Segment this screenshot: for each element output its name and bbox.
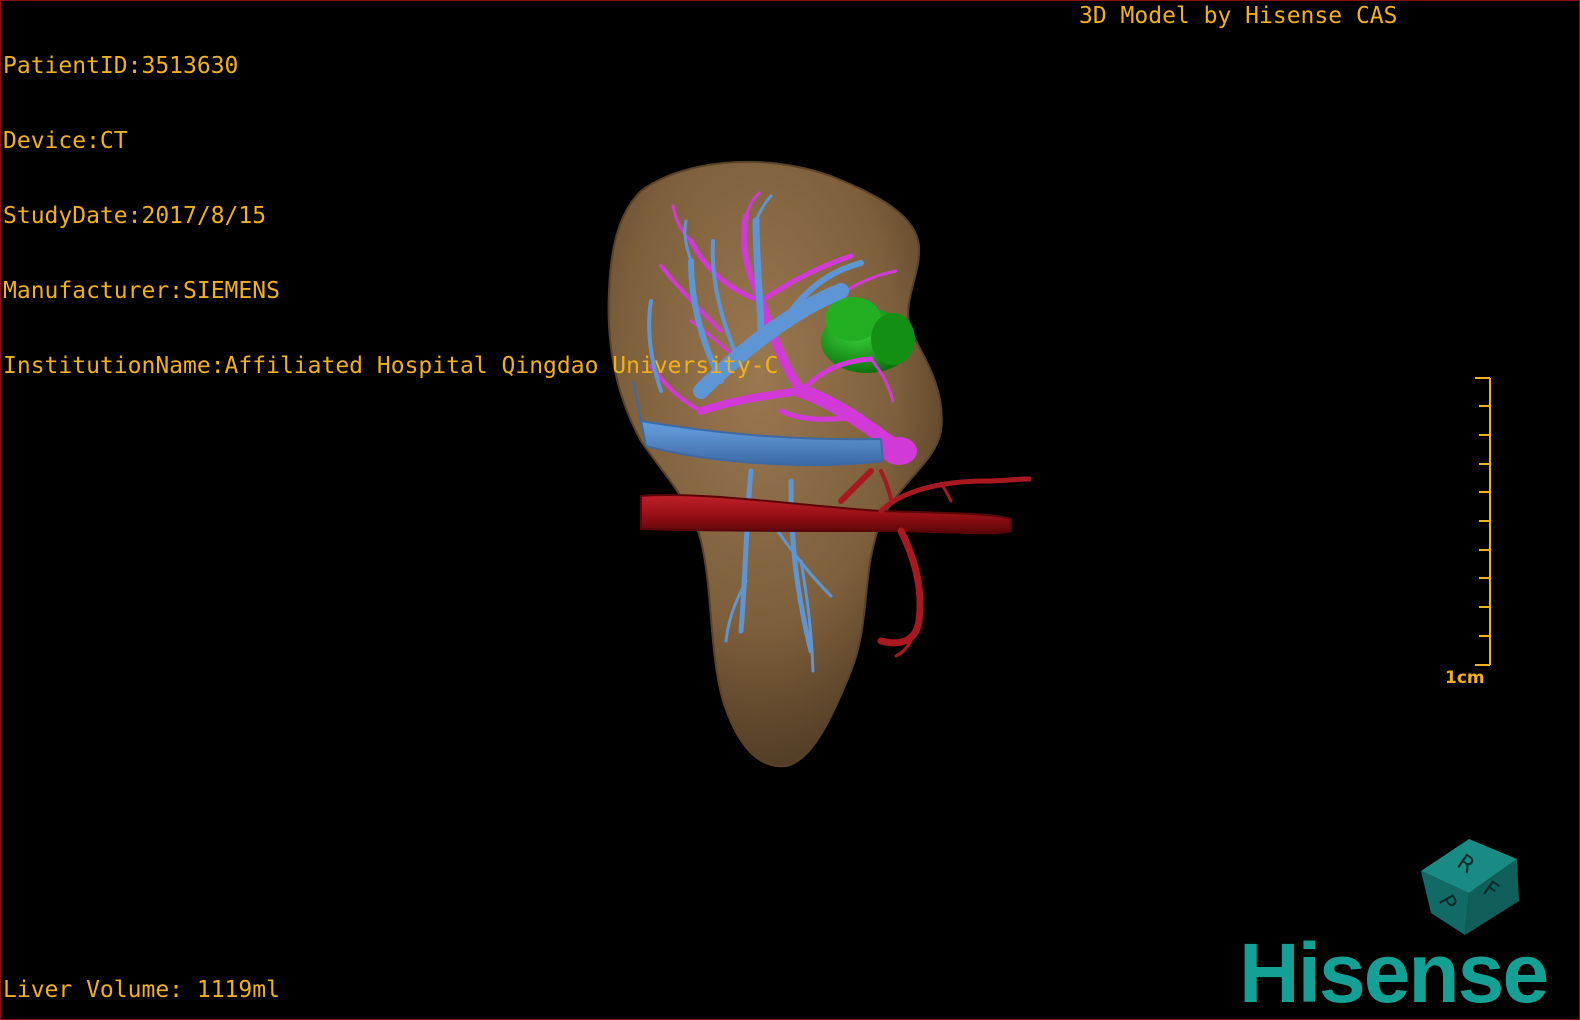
study-date-text: StudyDate:2017/8/15 xyxy=(3,203,267,229)
liver-volume-readout: Liver Volume: 1119ml xyxy=(3,977,280,1003)
manufacturer-text: Manufacturer:SIEMENS xyxy=(3,278,280,304)
model-brand-caption: 3D Model by Hisense CAS xyxy=(1079,3,1398,29)
institution-name-text: InstitutionName:Affiliated Hospital Qing… xyxy=(3,353,779,379)
orientation-cube[interactable]: R F P xyxy=(1421,839,1519,935)
3d-viewport[interactable]: R F P PatientID:3513630 Device:CT StudyD… xyxy=(0,0,1580,1020)
device-text: Device:CT xyxy=(3,128,128,154)
scale-bar-label: 1cm xyxy=(1445,668,1485,688)
patient-info-overlay: PatientID:3513630 Device:CT StudyDate:20… xyxy=(3,4,778,429)
hisense-logo: Hisense xyxy=(1239,926,1549,1020)
patient-id-text: PatientID:3513630 xyxy=(3,53,239,79)
scale-bar xyxy=(1475,377,1491,666)
